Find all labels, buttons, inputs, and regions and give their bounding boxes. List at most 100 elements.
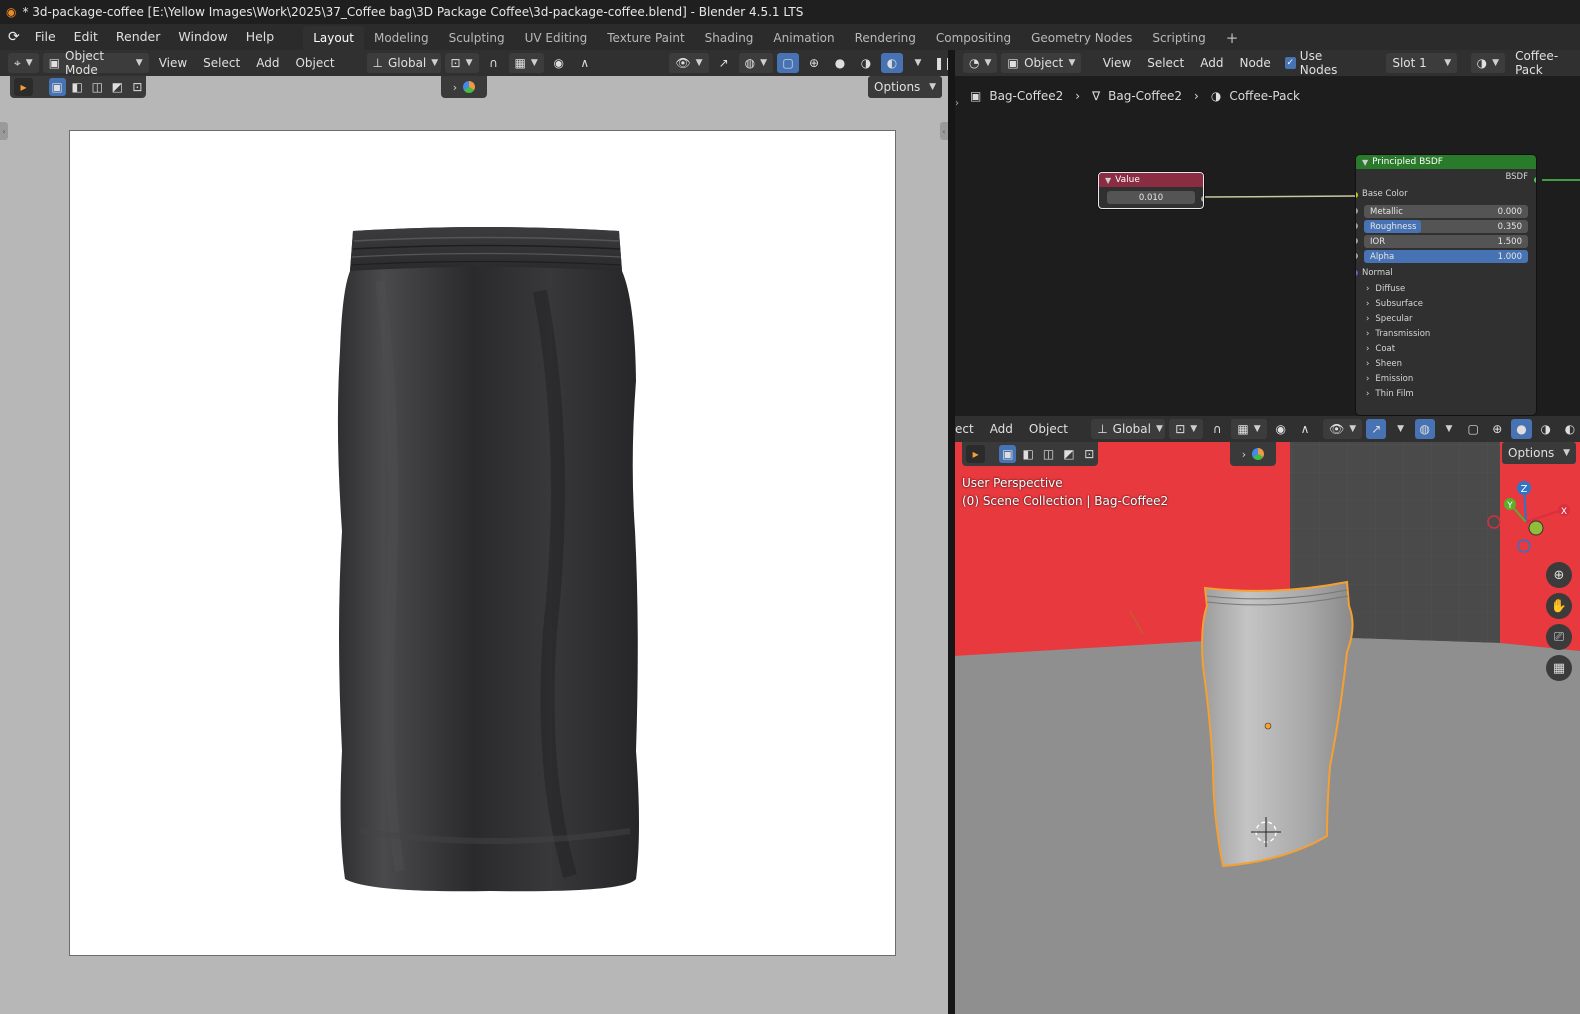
collapse-icon[interactable]: ▼ bbox=[1105, 176, 1111, 185]
vp-tweak-tool-button[interactable]: ▸ bbox=[966, 445, 986, 463]
options-dropdown[interactable]: Options ▼ bbox=[868, 76, 942, 98]
snap-dropdown[interactable]: ▦ ▼ bbox=[508, 53, 544, 73]
select-invert-button[interactable]: ◩ bbox=[109, 78, 126, 96]
bsdf-panel-emission[interactable]: › Emission bbox=[1356, 371, 1536, 386]
value-output-socket[interactable] bbox=[1201, 196, 1203, 202]
menu-file[interactable]: File bbox=[26, 24, 65, 50]
select-intersect-button[interactable]: ⊡ bbox=[129, 78, 146, 96]
vp-proportional-toggle[interactable]: ◉ bbox=[1271, 419, 1291, 439]
orientation-dropdown[interactable]: ⊥ Global ▼ bbox=[366, 53, 441, 73]
shading-solid[interactable]: ● bbox=[829, 53, 851, 73]
vp-select-intersect-button[interactable]: ⊡ bbox=[1081, 445, 1098, 463]
vp-shading-material[interactable]: ◑ bbox=[1536, 419, 1556, 439]
proportional-edit-toggle[interactable]: ◉ bbox=[548, 53, 570, 73]
vp-overlay-dropdown[interactable]: ▼ bbox=[1439, 419, 1459, 439]
blender-menu-icon[interactable]: ⟳ bbox=[8, 29, 20, 45]
zoom-button[interactable]: ⊕ bbox=[1546, 562, 1572, 588]
bsdf-panel-thin-film[interactable]: › Thin Film bbox=[1356, 386, 1536, 401]
vp-shading-rendered[interactable]: ◐ bbox=[1560, 419, 1580, 439]
bsdf-prop-alpha[interactable]: Alpha 1.000 bbox=[1356, 250, 1528, 263]
vp-snap-toggle[interactable]: ∩ bbox=[1207, 419, 1227, 439]
tab-rendering[interactable]: Rendering bbox=[845, 26, 926, 50]
bsdf-prop-roughness[interactable]: Roughness 0.350 bbox=[1356, 220, 1528, 233]
bsdf-panel-diffuse[interactable]: › Diffuse bbox=[1356, 281, 1536, 296]
bsdf-panel-specular[interactable]: › Specular bbox=[1356, 311, 1536, 326]
navigation-gizmo[interactable]: Z Y X bbox=[1480, 476, 1576, 560]
camera-view-button[interactable]: ⎚ bbox=[1546, 624, 1572, 650]
tab-scripting[interactable]: Scripting bbox=[1142, 26, 1215, 50]
vp-snap-dropdown[interactable]: ▦ ▼ bbox=[1231, 419, 1267, 439]
pivot-dropdown[interactable]: ⊡ ▼ bbox=[444, 53, 479, 73]
menu-select[interactable]: Select bbox=[197, 56, 246, 70]
left-region-toggle-icon[interactable]: › bbox=[0, 122, 8, 140]
prop-socket[interactable] bbox=[1356, 253, 1358, 259]
vp-select-extend-button[interactable]: ◧ bbox=[1019, 445, 1036, 463]
tab-geometry-nodes[interactable]: Geometry Nodes bbox=[1021, 26, 1142, 50]
menu-help[interactable]: Help bbox=[237, 24, 284, 50]
menu-view[interactable]: View bbox=[153, 56, 193, 70]
vp-menu-add[interactable]: Add bbox=[984, 422, 1019, 436]
principled-bsdf-node[interactable]: ▼ Principled BSDF BSDF Base Color Metall… bbox=[1356, 155, 1536, 415]
normal-socket[interactable] bbox=[1356, 270, 1358, 276]
vp-overlay-toggle[interactable]: ◍ bbox=[1414, 419, 1435, 439]
shading-options-dropdown[interactable]: ▼ bbox=[907, 53, 929, 73]
value-field[interactable]: 0.010 bbox=[1107, 191, 1195, 204]
visibility-dropdown[interactable]: 👁 ▼ bbox=[669, 53, 709, 73]
bsdf-panel-subsurface[interactable]: › Subsurface bbox=[1356, 296, 1536, 311]
bsdf-prop-ior[interactable]: IOR 1.500 bbox=[1356, 235, 1528, 248]
pan-button[interactable]: ✋ bbox=[1546, 593, 1572, 619]
falloff-dropdown[interactable]: ∧ bbox=[574, 53, 596, 73]
snap-toggle[interactable]: ∩ bbox=[483, 53, 505, 73]
value-node[interactable]: ▼ Value 0.010 bbox=[1098, 172, 1204, 209]
collapse-icon[interactable]: ▼ bbox=[1362, 158, 1368, 167]
overlay-dropdown[interactable]: ◍ ▼ bbox=[738, 53, 773, 73]
tab-compositing[interactable]: Compositing bbox=[926, 26, 1021, 50]
vp-visibility-dropdown[interactable]: 👁 ▼ bbox=[1323, 419, 1363, 439]
prop-socket[interactable] bbox=[1356, 223, 1358, 229]
bsdf-prop-metallic[interactable]: Metallic 0.000 bbox=[1356, 205, 1528, 218]
select-subtract-button[interactable]: ◫ bbox=[89, 78, 106, 96]
tab-animation[interactable]: Animation bbox=[763, 26, 844, 50]
shading-wireframe[interactable]: ⊕ bbox=[803, 53, 825, 73]
vp-orientation-dropdown[interactable]: ⊥ Global ▼ bbox=[1091, 419, 1166, 439]
prop-socket[interactable] bbox=[1356, 208, 1358, 214]
vp-falloff-dropdown[interactable]: ∧ bbox=[1295, 419, 1315, 439]
perspective-toggle-button[interactable]: ▦ bbox=[1546, 655, 1572, 681]
menu-edit[interactable]: Edit bbox=[65, 24, 107, 50]
tab-shading[interactable]: Shading bbox=[695, 26, 764, 50]
right-region-toggle-icon[interactable]: ‹ bbox=[940, 122, 948, 140]
vp-shading-wireframe[interactable]: ⊕ bbox=[1487, 419, 1507, 439]
bsdf-output-socket[interactable] bbox=[1534, 177, 1536, 183]
tab-sculpting[interactable]: Sculpting bbox=[439, 26, 515, 50]
menu-add[interactable]: Add bbox=[250, 56, 285, 70]
shading-rendered[interactable]: ◐ bbox=[881, 53, 903, 73]
bsdf-panel-sheen[interactable]: › Sheen bbox=[1356, 356, 1536, 371]
vp-gizmo-popover-button[interactable]: › bbox=[1230, 442, 1276, 466]
menu-object[interactable]: Object bbox=[289, 56, 340, 70]
normal-input[interactable]: Normal bbox=[1356, 265, 1536, 281]
vp-select-subtract-button[interactable]: ◫ bbox=[1040, 445, 1057, 463]
menu-render[interactable]: Render bbox=[107, 24, 170, 50]
area-splitter[interactable] bbox=[948, 50, 955, 1014]
vp-menu-object[interactable]: Object bbox=[1023, 422, 1074, 436]
vp-select-new-button[interactable]: ▣ bbox=[999, 445, 1017, 463]
tab-texture-paint[interactable]: Texture Paint bbox=[597, 26, 694, 50]
vp-select-invert-button[interactable]: ◩ bbox=[1060, 445, 1077, 463]
vp-options-dropdown[interactable]: Options ▼ bbox=[1502, 442, 1576, 464]
vp-shading-solid[interactable]: ● bbox=[1511, 419, 1532, 439]
mode-dropdown[interactable]: ▣ Object Mode ▼ bbox=[42, 49, 149, 77]
select-new-button[interactable]: ▣ bbox=[48, 78, 66, 96]
vp-menu-select[interactable]: ect bbox=[955, 422, 980, 436]
shading-material[interactable]: ◑ bbox=[855, 53, 877, 73]
bsdf-panel-transmission[interactable]: › Transmission bbox=[1356, 326, 1536, 341]
tab-uv-editing[interactable]: UV Editing bbox=[515, 26, 598, 50]
bsdf-panel-coat[interactable]: › Coat bbox=[1356, 341, 1536, 356]
menu-window[interactable]: Window bbox=[169, 24, 236, 50]
select-extend-button[interactable]: ◧ bbox=[69, 78, 86, 96]
base-color-socket[interactable] bbox=[1356, 192, 1358, 198]
tweak-tool-button[interactable]: ▸ bbox=[14, 78, 33, 96]
tab-modeling[interactable]: Modeling bbox=[364, 26, 439, 50]
vp-gizmo-dropdown[interactable]: ▼ bbox=[1390, 419, 1410, 439]
tab-layout[interactable]: Layout bbox=[303, 26, 364, 50]
gizmo-popover-button[interactable]: › bbox=[441, 76, 487, 98]
